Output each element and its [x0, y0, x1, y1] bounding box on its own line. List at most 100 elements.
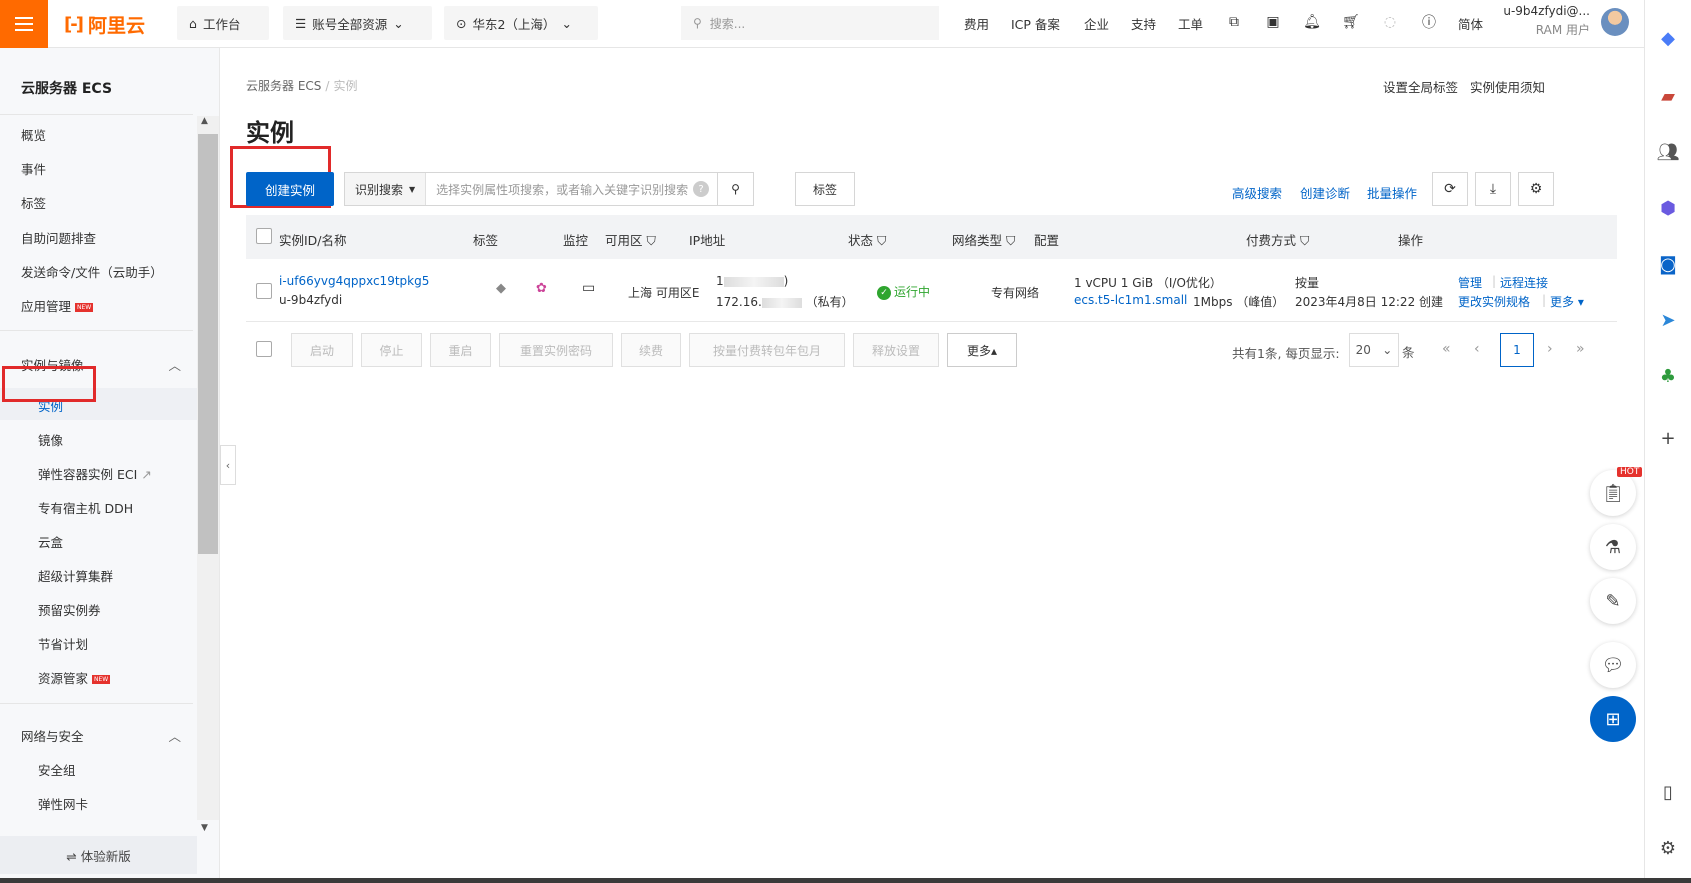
batch-operations-link[interactable]: 批量操作: [1367, 183, 1417, 202]
download-button[interactable]: ⤓: [1475, 172, 1511, 206]
sidebar-item-events[interactable]: 事件: [21, 159, 46, 178]
current-page-button[interactable]: 1: [1500, 333, 1534, 367]
bookmark-icon[interactable]: ◆: [1656, 26, 1680, 50]
sidebar-collapse-toggle[interactable]: ‹: [220, 445, 236, 485]
bell-icon[interactable]: 🔔︎: [1302, 12, 1322, 32]
global-tags-link[interactable]: 设置全局标签: [1383, 77, 1458, 96]
cart-icon[interactable]: 🛒︎: [1341, 12, 1361, 32]
instance-spec-link[interactable]: ecs.t5-lc1m1.small: [1074, 293, 1187, 307]
create-diagnosis-link[interactable]: 创建诊断: [1300, 183, 1350, 202]
prev-page-icon[interactable]: ‹: [1474, 341, 1480, 357]
instance-id-link[interactable]: i-uf66yvg4qppxc19tpkg5: [279, 274, 429, 288]
instance-notice-link[interactable]: 实例使用须知: [1470, 77, 1545, 96]
sidebar-item-eni[interactable]: 弹性网卡: [38, 794, 88, 813]
sidebar-item-savings-plan[interactable]: 节省计划: [38, 634, 88, 653]
tag-icon[interactable]: ◆: [496, 281, 506, 296]
start-button[interactable]: 启动: [291, 333, 353, 367]
sidebar-item-security-groups[interactable]: 安全组: [38, 760, 76, 779]
tag-filter-button[interactable]: 标签: [795, 172, 855, 206]
batch-select-checkbox[interactable]: [256, 341, 272, 357]
instance-search-input[interactable]: 选择实例属性项搜索，或者输入关键字识别搜索: [426, 181, 693, 198]
feedback-tool-button[interactable]: 💬︎: [1590, 642, 1636, 688]
fees-link[interactable]: 费用: [964, 14, 989, 33]
sidebar-item-send-command[interactable]: 发送命令/文件（云助手）: [21, 262, 163, 281]
reset-password-button[interactable]: 重置实例密码: [499, 333, 613, 367]
send-icon[interactable]: ➤: [1656, 308, 1680, 332]
gear-icon[interactable]: ⚙: [1656, 836, 1680, 860]
batch-more-button[interactable]: 更多▴: [947, 333, 1017, 367]
terminal-icon[interactable]: ▣: [1263, 12, 1283, 32]
row-checkbox[interactable]: [256, 283, 272, 299]
sidebar-item-cloudbox[interactable]: 云盒: [38, 532, 63, 551]
change-spec-link[interactable]: 更改实例规格: [1458, 293, 1530, 310]
sidebar-scrollbar-thumb[interactable]: [198, 134, 218, 554]
sidebar-item-troubleshoot[interactable]: 自助问题排查: [21, 228, 96, 247]
breadcrumb-ecs[interactable]: 云服务器 ECS: [246, 79, 321, 93]
create-instance-button[interactable]: 创建实例: [246, 172, 334, 206]
menu-icon[interactable]: [0, 0, 48, 48]
ticket-link[interactable]: 工单: [1178, 14, 1203, 33]
refresh-button[interactable]: ⟳: [1432, 172, 1468, 206]
sidebar-item-super-computing[interactable]: 超级计算集群: [38, 566, 113, 585]
restart-button[interactable]: 重启: [430, 333, 491, 367]
scroll-up-icon[interactable]: ▲: [201, 116, 208, 126]
try-new-version-button[interactable]: ⇌ 体验新版: [0, 836, 197, 874]
sidebar-item-ddh[interactable]: 专有宿主机 DDH: [38, 498, 133, 517]
icp-link[interactable]: ICP 备案: [1011, 14, 1060, 33]
workbench-button[interactable]: ⌂ 工作台: [177, 6, 269, 40]
outlook-icon[interactable]: ◙: [1656, 252, 1680, 276]
sidebar-group-network-security[interactable]: 网络与安全 ︿: [21, 726, 181, 745]
page-size-select[interactable]: 20 ⌄: [1349, 333, 1399, 367]
sidebar-item-resource-manager[interactable]: 资源管家 NEW: [38, 668, 111, 687]
help-icon[interactable]: ?: [693, 181, 709, 197]
advanced-search-link[interactable]: 高级搜索: [1232, 183, 1282, 202]
renew-button[interactable]: 续费: [621, 333, 681, 367]
column-zone[interactable]: 可用区 ⛉: [605, 230, 656, 249]
aliyun-logo[interactable]: [-] 阿里云: [64, 12, 145, 37]
monitor-icon[interactable]: ▭: [582, 280, 595, 296]
column-billing[interactable]: 付费方式 ⛉: [1246, 230, 1309, 249]
copilot-icon[interactable]: ⬢: [1656, 196, 1680, 220]
resource-selector[interactable]: ☰ 账号全部资源 ⌄: [283, 6, 432, 40]
tree-icon[interactable]: ♣: [1656, 364, 1680, 388]
plus-icon[interactable]: +: [1656, 426, 1680, 450]
user-menu[interactable]: u-9b4zfydi@... RAM 用户: [1498, 4, 1590, 38]
search-type-dropdown[interactable]: 识别搜索 ▼: [345, 173, 427, 205]
sidebar-item-eci[interactable]: 弹性容器实例 ECI ↗: [38, 464, 152, 483]
stop-button[interactable]: 停止: [361, 333, 422, 367]
next-page-icon[interactable]: ›: [1547, 341, 1553, 357]
instance-search-bar[interactable]: 识别搜索 ▼ 选择实例属性项搜索，或者输入关键字识别搜索 ? ⚲: [344, 172, 754, 206]
sidebar-item-reserved-instances[interactable]: 预留实例券: [38, 600, 101, 619]
region-selector[interactable]: ⊙ 华东2（上海） ⌄: [444, 6, 598, 40]
avatar[interactable]: [1601, 8, 1629, 36]
help-icon[interactable]: ⓘ: [1419, 12, 1439, 32]
settings-button[interactable]: ⚙: [1518, 172, 1554, 206]
sidebar-item-app-management[interactable]: 应用管理 NEW: [21, 296, 94, 315]
toolbox-icon[interactable]: ▰: [1656, 84, 1680, 108]
release-settings-button[interactable]: 释放设置: [853, 333, 939, 367]
switch-to-subscription-button[interactable]: 按量付费转包年包月: [689, 333, 845, 367]
last-page-icon[interactable]: »: [1576, 341, 1585, 357]
search-button[interactable]: ⚲: [717, 173, 753, 205]
people-icon[interactable]: 👥︎: [1656, 140, 1680, 164]
enterprise-link[interactable]: 企业: [1084, 14, 1109, 33]
colorful-tag-icon[interactable]: ✿: [536, 281, 547, 296]
manage-link[interactable]: 管理: [1458, 274, 1482, 291]
sidebar-item-tags[interactable]: 标签: [21, 193, 46, 212]
column-status[interactable]: 状态 ⛉: [848, 230, 886, 249]
sidebar-item-images[interactable]: 镜像: [38, 430, 63, 449]
lab-tool-button[interactable]: ⚗: [1590, 524, 1636, 570]
edit-tool-button[interactable]: ✎: [1590, 578, 1636, 624]
sidebar-item-overview[interactable]: 概览: [21, 125, 46, 144]
global-search-input[interactable]: ⚲ 搜索...: [681, 6, 939, 40]
remote-connect-link[interactable]: 远程连接: [1500, 274, 1548, 291]
more-actions-dropdown[interactable]: 更多 ▾: [1550, 293, 1584, 310]
first-page-icon[interactable]: «: [1442, 341, 1451, 357]
language-switch[interactable]: 简体: [1458, 14, 1483, 33]
lightbulb-icon[interactable]: ◌: [1380, 12, 1400, 32]
apps-tool-button[interactable]: ⊞: [1590, 696, 1636, 742]
panel-icon[interactable]: ▯: [1656, 780, 1680, 804]
scroll-down-icon[interactable]: ▼: [201, 823, 208, 833]
code-icon[interactable]: ⧉: [1224, 12, 1244, 32]
support-link[interactable]: 支持: [1131, 14, 1156, 33]
